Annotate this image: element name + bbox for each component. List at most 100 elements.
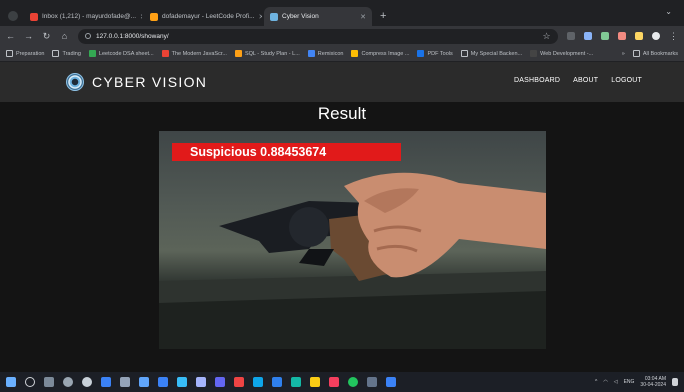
browser-tab[interactable]: Inbox (1,212) - mayurdofade@... ✕ — [24, 7, 142, 26]
bookmark-label: Remixicon — [317, 50, 344, 57]
extension-icon[interactable] — [618, 32, 626, 40]
search-icon[interactable] — [25, 377, 35, 387]
home-icon[interactable]: ⌂ — [60, 31, 69, 41]
tab-search-icon[interactable] — [8, 11, 18, 21]
bookmark-label: The Modern JavaScr... — [171, 50, 227, 57]
nav-dashboard[interactable]: DASHBOARD — [514, 77, 560, 84]
forward-icon[interactable]: → — [24, 31, 33, 41]
address-bar[interactable]: 127.0.0.1:8000/showany/ ☆ — [78, 28, 558, 44]
eye-logo-icon — [66, 73, 84, 91]
windows-start-icon[interactable] — [6, 377, 16, 387]
app-icon[interactable] — [367, 377, 377, 387]
sheet-icon — [88, 50, 96, 57]
close-tab-icon[interactable]: ✕ — [259, 13, 263, 21]
vscode-icon[interactable] — [272, 377, 282, 387]
bookmarks-overflow-button[interactable]: » — [622, 51, 625, 57]
bookmark-item[interactable]: Preparation — [6, 50, 44, 57]
app-icon[interactable] — [120, 377, 130, 387]
bookmark-label: Leetcode DSA sheet... — [98, 50, 154, 57]
close-tab-icon[interactable]: ✕ — [140, 13, 142, 21]
app-icon[interactable] — [177, 377, 187, 387]
app-icon[interactable] — [253, 377, 263, 387]
extension-icon[interactable] — [584, 32, 592, 40]
bookmark-item[interactable]: Trading — [52, 50, 81, 57]
settings-icon[interactable] — [63, 377, 73, 387]
site-info-icon[interactable] — [85, 33, 91, 39]
bookmark-label: PDF Tools — [427, 50, 453, 57]
bookmark-star-icon[interactable]: ☆ — [542, 31, 551, 42]
overflow-label: » — [621, 50, 625, 57]
bookmark-label: Compress Image ... — [361, 50, 410, 57]
screen: Inbox (1,212) - mayurdofade@... ✕ dofade… — [0, 0, 684, 392]
profile-avatar[interactable] — [652, 32, 660, 40]
clock-date: 30-04-2024 — [640, 382, 666, 388]
bookmark-item[interactable]: The Modern JavaScr... — [161, 50, 227, 57]
app-icon[interactable] — [196, 377, 206, 387]
bookmark-label: My Special Backen... — [470, 50, 523, 57]
app-icon[interactable] — [329, 377, 339, 387]
browser-tab[interactable]: dofademayur - LeetCode Profi... ✕ — [144, 7, 262, 26]
extension-icon[interactable] — [567, 32, 575, 40]
browser-tab-strip: Inbox (1,212) - mayurdofade@... ✕ dofade… — [0, 0, 684, 26]
gmail-icon — [30, 12, 38, 21]
site-navbar: CYBER VISION DASHBOARD ABOUT LOGOUT — [0, 62, 684, 102]
clock[interactable]: 03:04 AM 30-04-2024 — [640, 376, 666, 388]
app-icon[interactable] — [82, 377, 92, 387]
system-tray: ^ ◠ ◁ ENG 03:04 AM 30-04-2024 — [595, 376, 678, 388]
bookmark-label: Trading — [62, 50, 81, 57]
tab-title: Cyber Vision — [282, 13, 319, 20]
detection-label: Suspicious 0.88453674 — [172, 143, 401, 161]
result-heading: Result — [317, 104, 367, 123]
bookmark-item[interactable]: My Special Backen... — [460, 50, 523, 57]
bookmark-item[interactable]: PDF Tools — [417, 50, 453, 57]
back-icon[interactable]: ← — [6, 31, 15, 41]
wifi-icon[interactable]: ◠ — [603, 379, 607, 385]
language-indicator[interactable]: ENG — [624, 379, 635, 385]
app-icon[interactable] — [291, 377, 301, 387]
brand-name: CYBER VISION — [92, 74, 208, 90]
browser-menu-icon[interactable]: ⋮ — [669, 31, 678, 42]
extension-icon[interactable] — [601, 32, 609, 40]
notification-icon[interactable] — [672, 378, 678, 386]
detection-class: Suspicious — [190, 145, 257, 159]
bookmark-label: Preparation — [16, 50, 45, 57]
bookmark-item[interactable]: Web Development -... — [530, 50, 593, 57]
all-bookmarks-button[interactable]: All Bookmarks — [632, 50, 678, 57]
app-icon[interactable] — [386, 377, 396, 387]
file-explorer-icon[interactable] — [101, 377, 111, 387]
browser-tab-active[interactable]: Cyber Vision ✕ — [264, 7, 372, 26]
app-icon[interactable] — [234, 377, 244, 387]
bookmark-item[interactable]: Compress Image ... — [351, 50, 409, 57]
bookmark-label: SQL - Study Plan - L... — [244, 50, 300, 57]
bookmark-item[interactable]: Remixicon — [307, 50, 344, 57]
site-nav-links: DASHBOARD ABOUT LOGOUT — [514, 77, 642, 84]
javascript-icon — [161, 50, 169, 57]
bookmark-item[interactable]: Leetcode DSA sheet... — [88, 50, 154, 57]
web-dev-icon — [530, 50, 538, 57]
app-icon[interactable] — [310, 377, 320, 387]
app-icon[interactable] — [158, 377, 168, 387]
pdf-icon — [417, 50, 425, 57]
folder-icon — [6, 50, 13, 57]
app-icon[interactable] — [215, 377, 225, 387]
tray-chevron-icon[interactable]: ^ — [595, 379, 597, 385]
brand[interactable]: CYBER VISION — [66, 73, 207, 91]
windows-taskbar: ^ ◠ ◁ ENG 03:04 AM 30-04-2024 — [0, 372, 684, 392]
widgets-icon[interactable] — [44, 377, 54, 387]
reload-icon[interactable]: ↻ — [42, 31, 51, 42]
bookmark-item[interactable]: SQL - Study Plan - L... — [234, 50, 300, 57]
whatsapp-icon[interactable] — [348, 377, 358, 387]
new-tab-button[interactable]: + — [380, 10, 386, 22]
extension-icon[interactable] — [635, 32, 643, 40]
all-bookmarks-label: All Bookmarks — [642, 50, 678, 57]
close-tab-icon[interactable]: ✕ — [360, 13, 366, 21]
nav-about[interactable]: ABOUT — [573, 77, 598, 84]
window-menu-icon[interactable]: ⌄ — [665, 7, 672, 16]
nav-logout[interactable]: LOGOUT — [611, 77, 642, 84]
browser-toolbar: ← → ↻ ⌂ 127.0.0.1:8000/showany/ ☆ ⋮ — [0, 26, 684, 46]
folder-icon — [632, 50, 640, 57]
address-text: 127.0.0.1:8000/showany/ — [96, 32, 169, 40]
app-icon[interactable] — [139, 377, 149, 387]
bookmarks-bar: Preparation Trading Leetcode DSA sheet..… — [0, 46, 684, 62]
volume-icon[interactable]: ◁ — [614, 379, 618, 385]
